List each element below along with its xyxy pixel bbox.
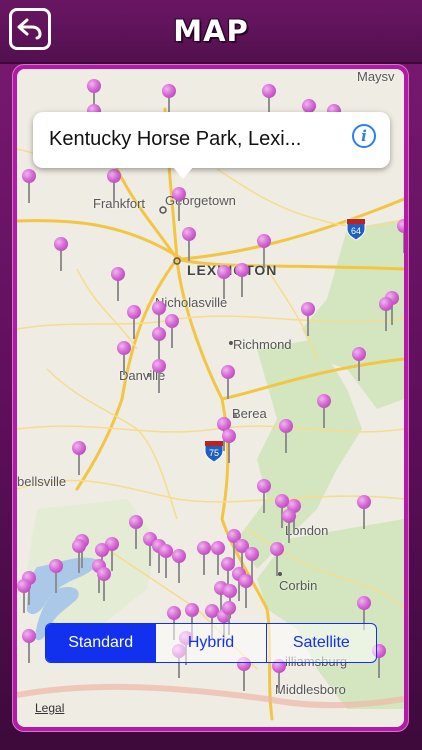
location-pin[interactable] (152, 359, 166, 393)
city-label-berea: Berea (232, 406, 267, 421)
location-pin[interactable] (282, 509, 296, 543)
location-pin[interactable] (257, 479, 271, 513)
map-type-selector[interactable]: Standard Hybrid Satellite (45, 623, 377, 663)
location-pin[interactable] (172, 549, 186, 583)
location-pin[interactable] (301, 302, 315, 336)
location-pin[interactable] (49, 559, 63, 593)
location-pin[interactable] (72, 539, 86, 573)
location-pin[interactable] (111, 267, 125, 301)
location-pin[interactable] (217, 265, 231, 299)
location-pin[interactable] (272, 659, 286, 693)
location-pin[interactable] (357, 495, 371, 529)
location-pin[interactable] (222, 429, 236, 463)
location-pin[interactable] (317, 394, 331, 428)
location-pin[interactable] (270, 542, 284, 576)
callout-title: Kentucky Horse Park, Lexi... (49, 128, 302, 150)
location-pin[interactable] (165, 314, 179, 348)
info-icon[interactable]: i (352, 124, 376, 148)
city-label-richmond: Richmond (233, 337, 292, 352)
interstate-64-label: 64 (351, 226, 361, 236)
page-title: MAP (173, 14, 249, 48)
city-label-corbin: Corbin (279, 578, 318, 593)
location-pin[interactable] (54, 237, 68, 271)
location-pin[interactable] (239, 574, 253, 608)
location-pin[interactable] (279, 419, 293, 453)
location-pin[interactable] (129, 515, 143, 549)
legal-link[interactable]: Legal (35, 701, 64, 715)
callout-pointer (173, 167, 193, 179)
map-type-standard[interactable]: Standard (46, 624, 157, 662)
location-pin[interactable] (127, 305, 141, 339)
map-type-satellite[interactable]: Satellite (267, 624, 376, 662)
location-pin[interactable] (221, 365, 235, 399)
header-bar: MAP (0, 0, 422, 64)
location-pin[interactable] (379, 297, 393, 331)
location-pin[interactable] (352, 347, 366, 381)
location-pin[interactable] (107, 169, 121, 203)
location-pin[interactable] (152, 327, 166, 361)
location-pin[interactable] (117, 341, 131, 375)
location-pin[interactable] (197, 541, 211, 575)
map-frame: 64 75 Frankfort Georgetown LEXINGTON Nic… (12, 64, 409, 732)
city-label-bellsville: bellsville (17, 474, 67, 489)
location-pin[interactable] (22, 169, 36, 203)
map-view[interactable]: 64 75 Frankfort Georgetown LEXINGTON Nic… (17, 69, 404, 727)
location-pin[interactable] (257, 234, 271, 268)
map-type-hybrid[interactable]: Hybrid (156, 624, 267, 662)
location-callout[interactable]: Kentucky Horse Park, Lexi... i (33, 112, 390, 179)
location-pin[interactable] (172, 187, 186, 221)
location-pin[interactable] (235, 263, 249, 297)
location-pin[interactable] (397, 219, 404, 253)
location-pin[interactable] (97, 567, 111, 601)
location-pin[interactable] (182, 227, 196, 261)
location-pin[interactable] (72, 441, 86, 475)
location-pin[interactable] (17, 579, 31, 613)
location-pin[interactable] (22, 629, 36, 663)
location-pin[interactable] (159, 544, 173, 578)
city-label-maysville: Maysv (357, 69, 395, 84)
